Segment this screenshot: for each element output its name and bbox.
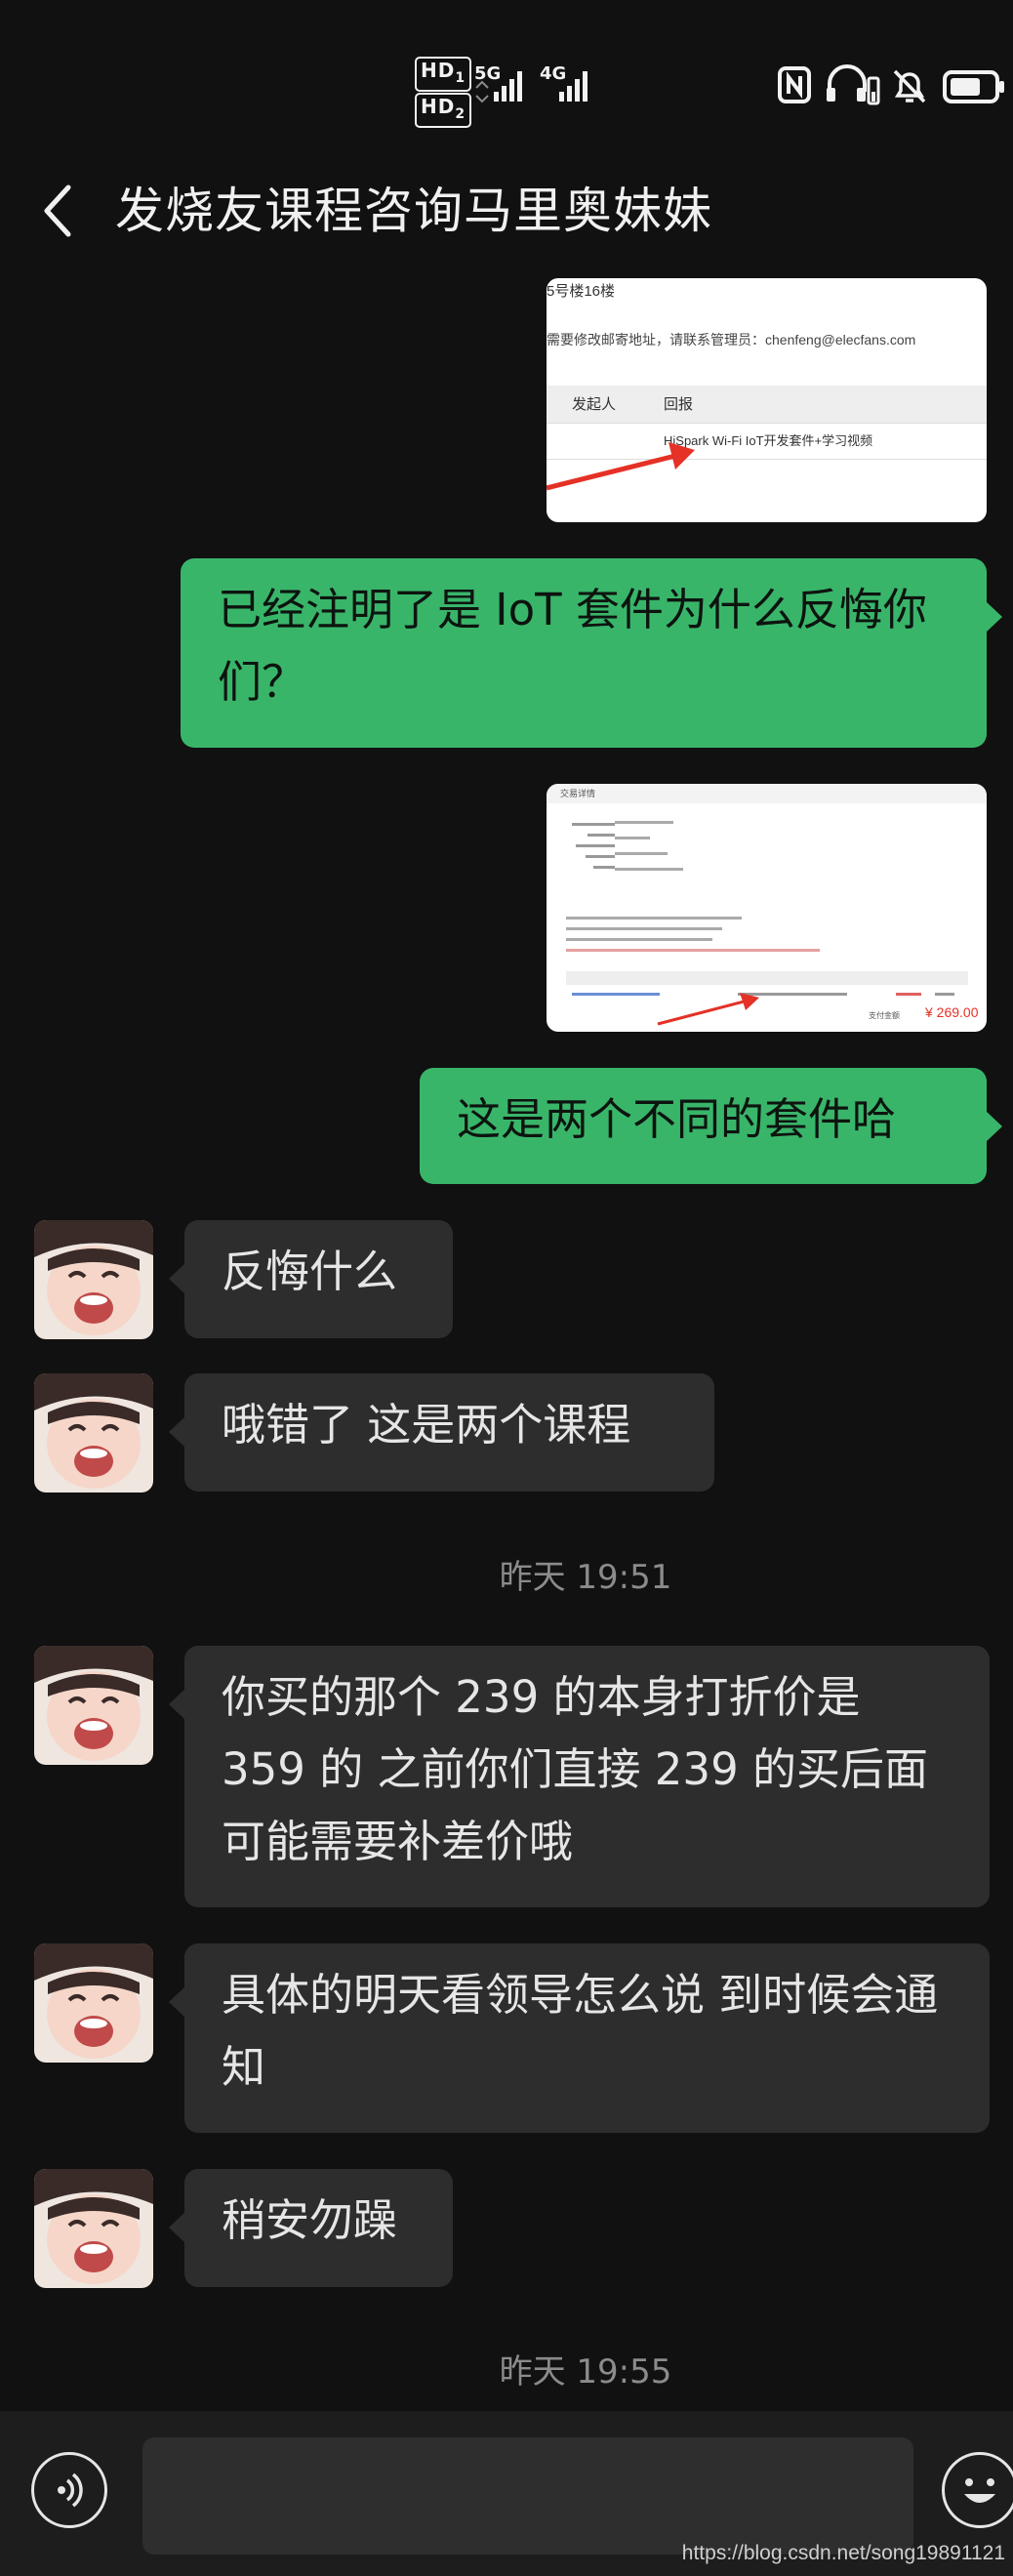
chevron-left-icon[interactable]	[39, 182, 78, 240]
red-arrow-icon	[547, 442, 695, 491]
shot1-divider	[547, 423, 987, 424]
shot2-price-label: 支付金额	[869, 1011, 900, 1020]
message-bubble-sent[interactable]: 已经注明了是 IoT 套件为什么反悔你们？	[181, 558, 1002, 748]
battery-icon	[943, 70, 1004, 103]
message-bubble-received[interactable]: 你买的那个 239 的本身打折价是 359 的 之前你们直接 239 的买后面可…	[169, 1646, 990, 1907]
shot2-values	[615, 821, 683, 883]
avatar[interactable]	[34, 2169, 153, 2288]
avatar[interactable]	[34, 1943, 153, 2063]
watermark: https://blog.csdn.net/song19891121	[681, 2542, 1005, 2564]
shot2-details	[562, 815, 615, 877]
shot1-address: 5号楼16楼	[547, 283, 616, 300]
voice-input-button[interactable]	[31, 2452, 107, 2528]
nfc-icon	[778, 66, 811, 103]
shot2-table-header	[566, 971, 968, 985]
message-bubble-received[interactable]: 反悔什么	[169, 1220, 453, 1338]
emoji-button[interactable]	[942, 2452, 1013, 2528]
hd1-indicator: HD1	[415, 57, 472, 92]
image-message-1[interactable]: 5号楼16楼 需要修改邮寄地址，请联系管理员：chenfeng@elecfans…	[547, 278, 987, 522]
message-bubble-received[interactable]: 哦错了 这是两个课程	[169, 1373, 714, 1492]
hd1-label: HD	[421, 59, 456, 82]
red-arrow-icon	[657, 993, 759, 1026]
timestamp: 昨天 19:55	[499, 2352, 672, 2392]
avatar[interactable]	[34, 1646, 153, 1765]
signal-5g-icon	[475, 71, 522, 103]
chat-title: 发烧友课程咨询马里奥妹妹	[115, 183, 712, 239]
shot2-price-col	[896, 993, 921, 996]
shot2-qty-col	[935, 993, 954, 996]
message-bubble-received[interactable]: 稍安勿躁	[169, 2169, 453, 2287]
shot2-address-block	[566, 917, 820, 960]
message-input[interactable]	[142, 2437, 913, 2555]
headset-icon	[827, 64, 880, 105]
shot2-heading: 交易详情	[560, 789, 596, 798]
message-bubble-received[interactable]: 具体的明天看领导怎么说 到时候会通知	[169, 1943, 990, 2133]
shot1-col-return: 回报	[664, 396, 694, 413]
message-bubble-sent[interactable]: 这是两个不同的套件哈	[420, 1068, 1002, 1184]
shot2-titlebar	[547, 784, 987, 803]
shot1-notice: 需要修改邮寄地址，请联系管理员：chenfeng@elecfans.com	[547, 332, 916, 348]
shot1-col-sender: 发起人	[572, 396, 617, 413]
avatar[interactable]	[34, 1373, 153, 1492]
hd2-indicator: HD2	[415, 93, 472, 128]
avatar[interactable]	[34, 1220, 153, 1339]
shot2-course-link	[572, 993, 660, 996]
mute-icon	[893, 69, 926, 103]
image-message-2[interactable]: 交易详情 支付金额 ¥ 269.00	[547, 784, 987, 1032]
timestamp: 昨天 19:51	[499, 1558, 672, 1597]
hd1-sub: 1	[455, 70, 466, 86]
hd2-label: HD	[421, 95, 456, 118]
voice-icon	[58, 2473, 83, 2508]
hd2-sub: 2	[455, 106, 466, 122]
signal-4g-icon	[559, 71, 588, 102]
shot2-price: ¥ 269.00	[925, 1004, 979, 1020]
emoji-icon	[964, 2478, 995, 2503]
